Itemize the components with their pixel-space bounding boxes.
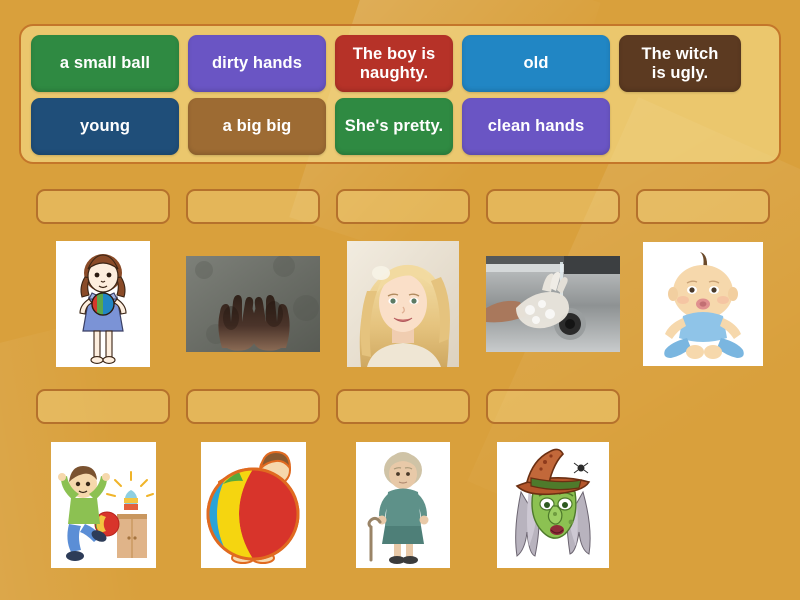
- dropzone-2-1[interactable]: [36, 389, 170, 424]
- word-tile-dirty-hands[interactable]: dirty hands: [188, 35, 326, 92]
- washing-hands-photo: [486, 256, 620, 352]
- picture-card-1-4[interactable]: [486, 233, 620, 375]
- big-beach-ball-picture: [200, 442, 306, 568]
- pretty-blonde-girl-photo: [347, 241, 459, 367]
- word-bank-row-1: a small ball dirty hands The boy is naug…: [31, 35, 769, 92]
- dropzone-row-2: [36, 389, 620, 424]
- picture-row-2: [36, 434, 620, 576]
- dropzone-1-5[interactable]: [636, 189, 770, 224]
- word-tile-a-big-big[interactable]: a big big: [188, 98, 326, 155]
- old-woman-with-cane-picture: [356, 442, 450, 568]
- dropzone-2-4[interactable]: [486, 389, 620, 424]
- word-bank-panel: a small ball dirty hands The boy is naug…: [19, 24, 781, 164]
- word-tile-young[interactable]: young: [31, 98, 179, 155]
- dirty-hands-photo: [186, 256, 320, 352]
- word-tile-shes-pretty[interactable]: She's pretty.: [335, 98, 453, 155]
- dropzone-2-2[interactable]: [186, 389, 320, 424]
- word-tile-the-witch-is-ugly[interactable]: The witch is ugly.: [619, 35, 741, 92]
- picture-card-1-5[interactable]: [636, 233, 770, 375]
- word-tile-the-boy-is-naughty[interactable]: The boy is naughty.: [335, 35, 453, 92]
- picture-card-2-2[interactable]: [186, 434, 320, 576]
- picture-row-1: [36, 233, 770, 375]
- word-tile-old[interactable]: old: [462, 35, 610, 92]
- word-tile-clean-hands[interactable]: clean hands: [462, 98, 610, 155]
- picture-card-2-1[interactable]: [36, 434, 170, 576]
- picture-card-1-3[interactable]: [336, 233, 470, 375]
- picture-card-1-2[interactable]: [186, 233, 320, 375]
- dropzone-row-1: [36, 189, 770, 224]
- dropzone-1-1[interactable]: [36, 189, 170, 224]
- word-tile-a-small-ball[interactable]: a small ball: [31, 35, 179, 92]
- ugly-witch-picture: [497, 442, 609, 568]
- picture-card-2-3[interactable]: [336, 434, 470, 576]
- dropzone-1-3[interactable]: [336, 189, 470, 224]
- word-bank-row-2: young a big big She's pretty. clean hand…: [31, 98, 769, 155]
- dropzone-2-3[interactable]: [336, 389, 470, 424]
- girl-holding-small-ball-picture: [56, 241, 150, 367]
- picture-card-2-4[interactable]: [486, 434, 620, 576]
- baby-picture: [643, 242, 763, 366]
- dropzone-1-4[interactable]: [486, 189, 620, 224]
- picture-card-1-1[interactable]: [36, 233, 170, 375]
- naughty-boy-kicking-ball-picture: [50, 442, 156, 568]
- dropzone-1-2[interactable]: [186, 189, 320, 224]
